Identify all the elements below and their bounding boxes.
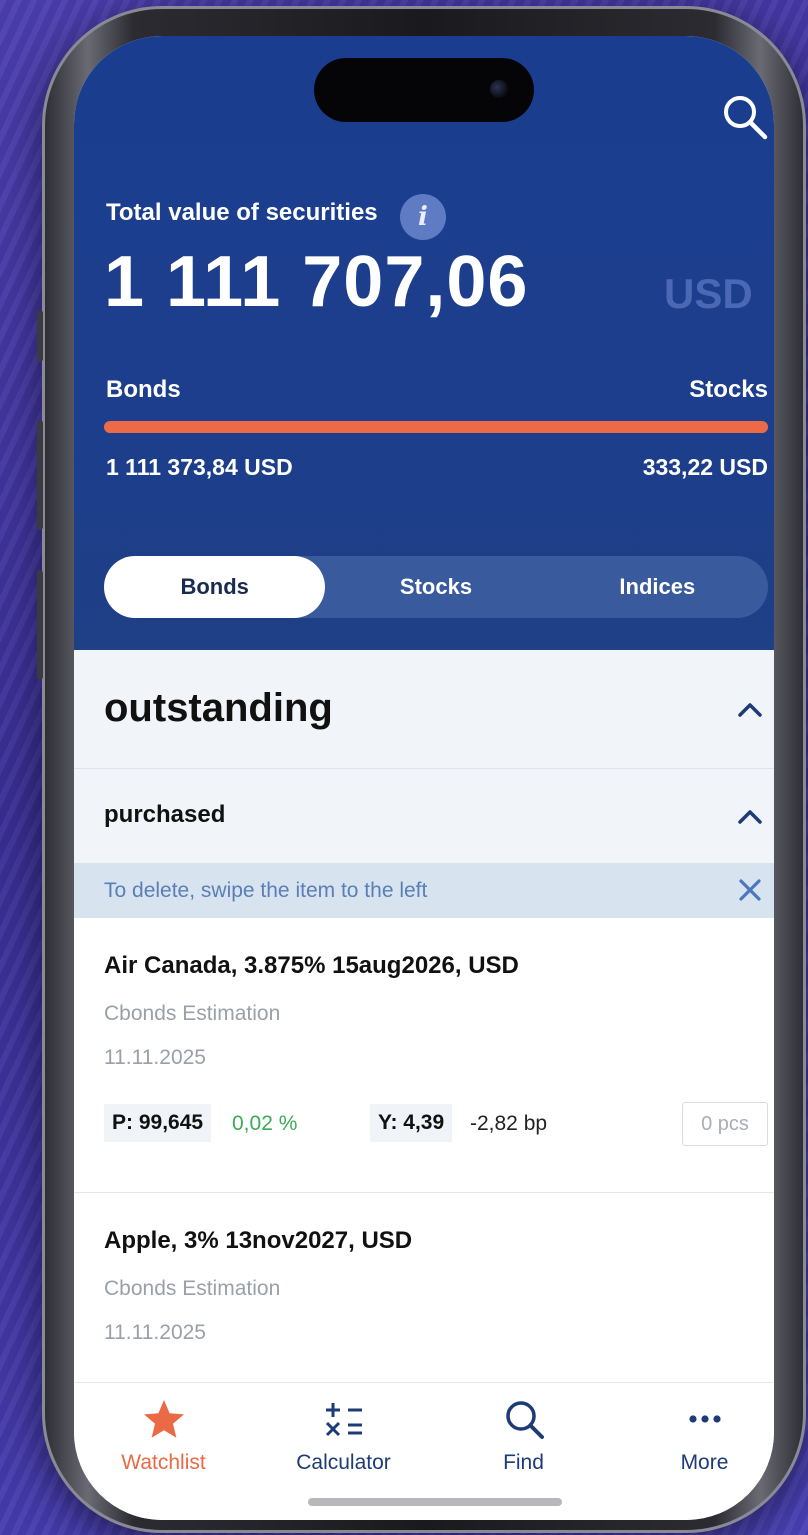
- volume-down-button: [37, 570, 43, 680]
- tab-label: More: [680, 1451, 729, 1474]
- outstanding-section-header[interactable]: outstanding: [74, 650, 774, 769]
- bonds-share-fill: [104, 421, 768, 433]
- section-title: outstanding: [104, 686, 333, 730]
- price-chip: P: 99,645: [104, 1104, 212, 1142]
- portfolio-header: Total value of securities i 1 111 707,06…: [74, 36, 774, 650]
- list-item[interactable]: Apple, 3% 13nov2027, USD Cbonds Estimati…: [74, 1193, 774, 1382]
- stocks-label: Stocks: [689, 376, 768, 403]
- calculator-icon: [325, 1403, 362, 1437]
- currency-label: USD: [664, 270, 753, 317]
- total-value-amount: 1 111 707,06: [104, 242, 529, 322]
- search-icon[interactable]: [720, 92, 770, 142]
- close-icon[interactable]: [736, 876, 764, 904]
- tab-label: Calculator: [296, 1451, 391, 1474]
- yield-change: -2,82 bp: [470, 1112, 548, 1135]
- bonds-label: Bonds: [106, 376, 181, 403]
- camera-lens: [490, 80, 508, 98]
- chevron-up-icon[interactable]: [736, 696, 764, 724]
- bond-title: Air Canada, 3.875% 15aug2026, USD: [104, 952, 519, 979]
- tab-calculator[interactable]: Calculator: [256, 1383, 431, 1493]
- more-icon: [689, 1415, 721, 1423]
- tab-stocks[interactable]: Stocks: [325, 556, 546, 618]
- dynamic-island: [314, 58, 534, 122]
- tab-bonds[interactable]: Bonds: [104, 556, 326, 618]
- list-item[interactable]: Air Canada, 3.875% 15aug2026, USD Cbonds…: [74, 918, 774, 1192]
- volume-up-button: [37, 420, 43, 530]
- info-icon[interactable]: i: [400, 194, 446, 240]
- total-value-label: Total value of securities: [106, 199, 378, 226]
- home-indicator[interactable]: [308, 1498, 562, 1506]
- price-date: 11.11.2025: [104, 1046, 206, 1069]
- bonds-value: 1 111 373,84 USD: [106, 454, 293, 480]
- yield-chip: Y: 4,39: [370, 1104, 453, 1142]
- app-screen: Total value of securities i 1 111 707,06…: [74, 36, 774, 1520]
- allocation-bar: [104, 421, 768, 433]
- price-source: Cbonds Estimation: [104, 1002, 281, 1025]
- swipe-hint-text: To delete, swipe the item to the left: [104, 879, 428, 902]
- tab-find[interactable]: Find: [436, 1383, 611, 1493]
- bond-title: Apple, 3% 13nov2027, USD: [104, 1227, 413, 1254]
- price-date: 11.11.2025: [104, 1321, 206, 1344]
- tab-watchlist[interactable]: Watchlist: [76, 1383, 251, 1493]
- star-icon: [144, 1400, 184, 1438]
- search-icon: [506, 1401, 544, 1439]
- tab-indices[interactable]: Indices: [547, 556, 768, 618]
- price-source: Cbonds Estimation: [104, 1277, 281, 1300]
- chevron-up-icon[interactable]: [736, 803, 764, 831]
- purchased-section-header[interactable]: purchased: [74, 769, 774, 863]
- swipe-hint-banner: To delete, swipe the item to the left: [74, 863, 774, 918]
- tab-more[interactable]: More: [617, 1383, 774, 1493]
- asset-type-tabs: Bonds Stocks Indices: [104, 556, 768, 618]
- subsection-title: purchased: [104, 801, 226, 828]
- stocks-value: 333,22 USD: [642, 454, 768, 480]
- tab-label: Find: [503, 1451, 544, 1474]
- quantity-input[interactable]: 0 pcs: [682, 1102, 768, 1146]
- tab-label: Watchlist: [121, 1451, 206, 1474]
- mute-switch: [37, 310, 43, 362]
- price-change: 0,02 %: [232, 1112, 298, 1135]
